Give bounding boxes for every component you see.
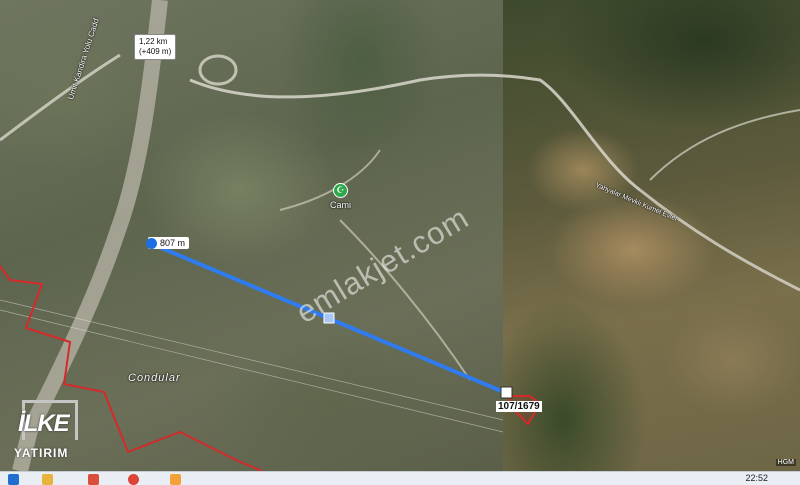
elevation-distance: 1,22 km [139, 37, 168, 46]
road-north-east [649, 109, 800, 181]
measure-distance-label[interactable]: 807 m [146, 237, 190, 249]
taskbar-clock[interactable]: 22:52 [745, 473, 768, 483]
elevation-gain: (+409 m) [139, 47, 172, 56]
measure-end-handle [500, 386, 513, 399]
screen: Umit Kandira Yolu Cadd 1,22 km (+409 m) … [0, 0, 800, 485]
map-attribution: HGM [775, 459, 796, 466]
logo-main-text: İLKE [18, 410, 70, 437]
chrome-icon[interactable] [128, 474, 139, 485]
road-main-east [189, 73, 641, 192]
poi-label: Cami [330, 200, 352, 210]
road-south-east [639, 188, 800, 292]
measure-distance-text: 807 m [160, 238, 186, 248]
road-west [0, 53, 121, 142]
elevation-tooltip: 1,22 km (+409 m) [134, 34, 177, 60]
parcel-label[interactable]: 107/1679 [496, 401, 542, 412]
file-explorer-icon[interactable] [42, 474, 53, 485]
roundabout [198, 54, 238, 86]
mosque-icon[interactable]: ☪ [333, 183, 348, 198]
logo-sub-text: YATIRIM [14, 446, 69, 460]
measure-start-handle[interactable] [146, 238, 157, 249]
windows-icon[interactable] [8, 474, 19, 485]
app-icon[interactable] [170, 474, 181, 485]
taskbar: 22:52 [0, 471, 800, 485]
place-name-label: Condular [128, 372, 181, 384]
company-logo: İLKE YATIRIM [8, 398, 88, 468]
paint-icon[interactable] [88, 474, 99, 485]
